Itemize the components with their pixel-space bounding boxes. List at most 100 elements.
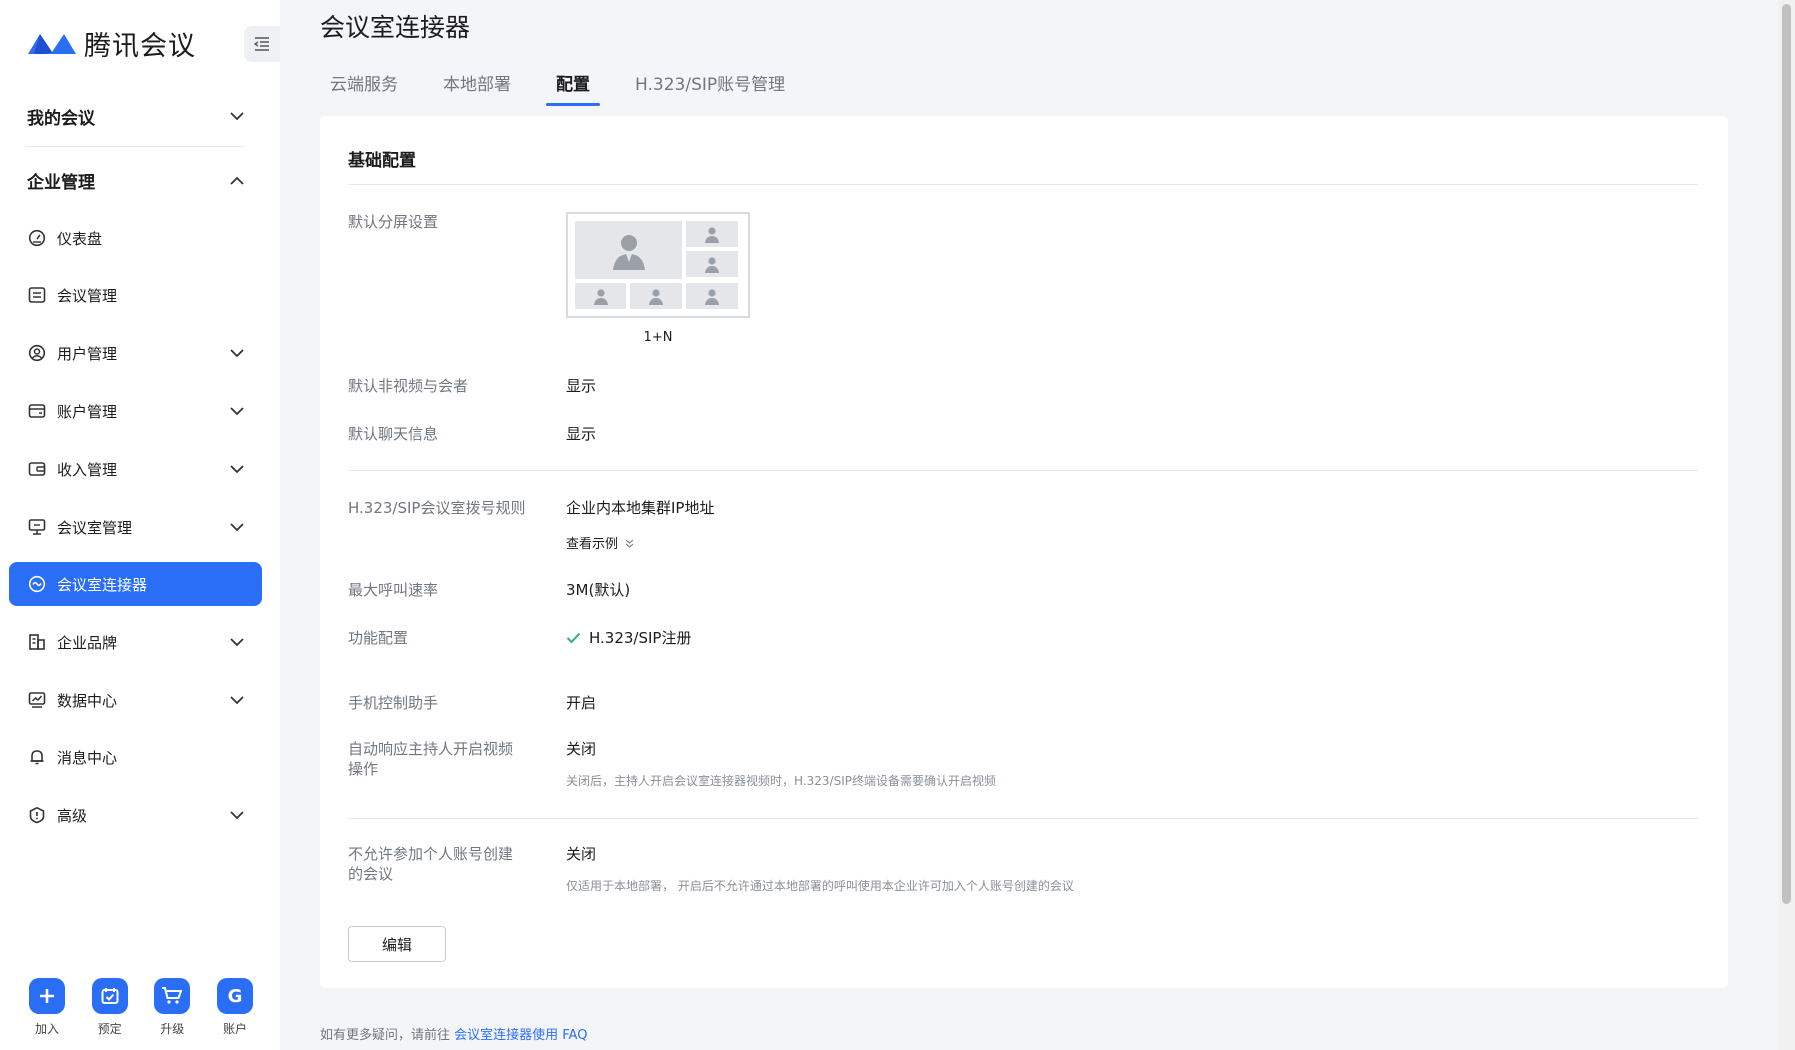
nav-divider (26, 146, 244, 147)
sidebar-item-label: 会议室连接器 (57, 575, 148, 594)
split-screen-layout-preview[interactable] (566, 212, 750, 318)
sidebar-item-room-management[interactable]: 会议室管理 (27, 512, 245, 542)
user-icon (27, 343, 47, 363)
check-icon (566, 632, 581, 644)
chevron-down-icon (229, 634, 245, 650)
disallow-personal-value: 关闭 (566, 845, 597, 863)
edit-button[interactable]: 编辑 (348, 926, 446, 962)
tab-configuration[interactable]: 配置 (546, 66, 600, 106)
sidebar-item-income-management[interactable]: 收入管理 (27, 454, 245, 484)
sidebar-item-label: 收入管理 (57, 460, 118, 479)
plus-icon (29, 978, 65, 1014)
upgrade-button[interactable]: 升级 (151, 978, 193, 1037)
disallow-personal-label-line1: 不允许参加个人账号创建 (348, 845, 514, 863)
person-icon (649, 289, 663, 305)
chevron-down-icon (229, 461, 245, 477)
income-icon (27, 459, 47, 479)
sidebar-item-label: 高级 (57, 806, 88, 825)
logo[interactable]: 腾讯会议 (26, 24, 196, 63)
chevron-up-icon (229, 172, 245, 188)
sidebar: 腾讯会议 我的会议 企业管理 仪表盘 会议管理 用户管理 账户管理 收入管理 会… (0, 0, 280, 1050)
split-screen-label: 默认分屏设置 (348, 213, 439, 231)
max-rate-label: 最大呼叫速率 (348, 581, 439, 599)
sidebar-item-dashboard[interactable]: 仪表盘 (27, 223, 245, 253)
non-video-value: 显示 (566, 377, 597, 395)
divider (348, 470, 1698, 471)
action-label: 账户 (222, 1022, 247, 1036)
divider (348, 818, 1698, 819)
nav-group-label: 企业管理 (27, 172, 95, 193)
disallow-personal-label-line2: 的会议 (348, 865, 394, 883)
sidebar-item-message-center[interactable]: 消息中心 (27, 742, 245, 772)
tab-local-deployment[interactable]: 本地部署 (433, 66, 521, 104)
chevron-down-icon (229, 807, 245, 823)
chart-icon (27, 690, 47, 710)
non-video-label: 默认非视频与会者 (348, 377, 469, 395)
footer-help: 如有更多疑问，请前往 会议室连接器使用 FAQ (320, 1024, 587, 1043)
split-screen-layout-caption: 1+N (643, 330, 673, 345)
collapse-sidebar-button[interactable] (244, 26, 280, 62)
room-icon (27, 517, 47, 537)
sidebar-item-data-center[interactable]: 数据中心 (27, 685, 245, 715)
disallow-personal-label: 不允许参加个人账号创建 的会议 (348, 844, 538, 884)
person-icon (705, 257, 719, 273)
participant-tile (686, 221, 738, 247)
person-icon (612, 235, 645, 270)
dial-rule-value: 企业内本地集群IP地址 (566, 499, 715, 517)
sidebar-item-account-management[interactable]: 账户管理 (27, 396, 245, 426)
double-chevron-down-icon (625, 539, 634, 548)
mobile-assistant-value: 开启 (566, 694, 597, 712)
account-button[interactable]: G 账户 (214, 978, 256, 1037)
auto-respond-value: 关闭 (566, 740, 597, 758)
action-label: 加入 (34, 1022, 59, 1036)
max-rate-value: 3M(默认) (566, 581, 631, 599)
footer-prefix: 如有更多疑问，请前往 (320, 1028, 455, 1043)
sidebar-item-user-management[interactable]: 用户管理 (27, 338, 245, 368)
sidebar-item-enterprise-brand[interactable]: 企业品牌 (27, 627, 245, 657)
schedule-meeting-button[interactable]: 预定 (89, 978, 131, 1037)
mobile-assistant-label: 手机控制助手 (348, 694, 439, 712)
features-value: H.323/SIP注册 (566, 628, 691, 648)
chat-label: 默认聊天信息 (348, 425, 439, 443)
tab-cloud-service[interactable]: 云端服务 (320, 66, 408, 104)
chevron-down-icon (229, 345, 245, 361)
bottom-actions: 加入 预定 升级 G 账户 (26, 978, 256, 1037)
action-label: 升级 (160, 1022, 185, 1036)
wallet-icon (27, 401, 47, 421)
list-icon (27, 285, 47, 305)
join-meeting-button[interactable]: 加入 (26, 978, 68, 1037)
auto-respond-hint: 关闭后，主持人开启会议室连接器视频时，H.323/SIP终端设备需要确认开启视频 (566, 774, 996, 788)
nav-group-my-meetings[interactable]: 我的会议 (27, 101, 245, 131)
sidebar-item-label: 消息中心 (57, 748, 118, 767)
auto-respond-label-line1: 自动响应主持人开启视频 (348, 740, 514, 758)
info-icon (27, 805, 47, 825)
view-example-link[interactable]: 查看示例 (566, 533, 634, 552)
sidebar-item-room-connector[interactable]: 会议室连接器 (9, 562, 262, 606)
dial-rule-label: H.323/SIP会议室拨号规则 (348, 499, 526, 517)
scrollbar-thumb[interactable] (1782, 4, 1791, 904)
sidebar-item-label: 仪表盘 (57, 229, 103, 248)
faq-link[interactable]: 会议室连接器使用 FAQ (454, 1028, 587, 1043)
disallow-personal-hint: 仅适用于本地部署， 开启后不允许通过本地部署的呼叫使用本企业许可加入个人账号创建… (566, 879, 1074, 893)
auto-respond-label-line2: 操作 (348, 760, 379, 778)
gauge-icon (27, 228, 47, 248)
sidebar-item-meeting-management[interactable]: 会议管理 (27, 280, 245, 310)
sidebar-item-label: 数据中心 (57, 691, 118, 710)
person-icon (705, 227, 719, 243)
tab-sip-account-management[interactable]: H.323/SIP账号管理 (625, 66, 795, 104)
tab-bar: 云端服务 本地部署 配置 H.323/SIP账号管理 (320, 66, 820, 106)
person-icon (593, 289, 608, 305)
divider (348, 184, 1698, 185)
sidebar-item-label: 会议室管理 (57, 518, 133, 537)
person-icon (705, 289, 719, 305)
participant-tile (686, 283, 738, 309)
nav-group-enterprise[interactable]: 企业管理 (27, 165, 245, 195)
sidebar-item-advanced[interactable]: 高级 (27, 800, 245, 830)
bell-icon (27, 747, 47, 767)
avatar: G (216, 978, 253, 1014)
menu-fold-icon (254, 37, 269, 51)
page-scrollbar[interactable] (1778, 0, 1795, 1050)
participant-tile (630, 283, 682, 309)
sidebar-item-label: 会议管理 (57, 286, 118, 305)
participant-tile (575, 283, 626, 309)
